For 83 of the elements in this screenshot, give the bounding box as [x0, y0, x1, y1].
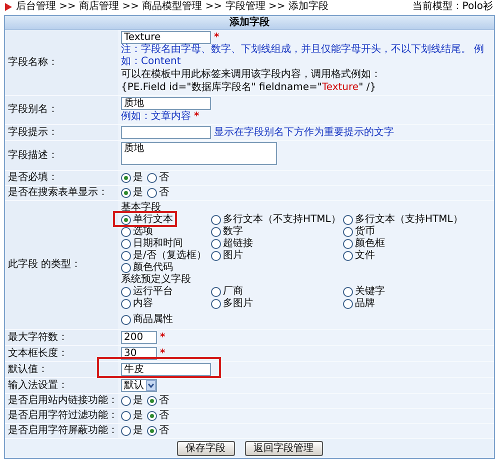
radio-button[interactable] [121, 426, 131, 436]
radio-label: 多行文本（不支持HTML） [223, 214, 341, 226]
radio-button[interactable] [211, 299, 221, 309]
radio-label: 否 [159, 410, 169, 422]
radio-button[interactable] [121, 251, 131, 261]
input-field[interactable]: 200 [121, 331, 157, 344]
radio-button[interactable] [343, 239, 353, 249]
radio-label: 否 [159, 425, 169, 437]
radio-label: 图片 [223, 250, 243, 262]
radio-button[interactable] [121, 239, 131, 249]
radio-button[interactable] [121, 396, 131, 406]
radio-button[interactable] [147, 188, 157, 198]
radio-label: 多行文本（支持HTML） [355, 214, 463, 226]
radio-label: 是 [133, 410, 143, 422]
radio-label: 否 [159, 395, 169, 407]
radio-button[interactable] [121, 263, 131, 273]
radio-label: 内容 [133, 298, 153, 310]
radio-button[interactable] [343, 227, 353, 237]
radio-button[interactable] [121, 315, 131, 325]
radio-label: 运行平台 [133, 286, 173, 298]
radio-button[interactable] [121, 173, 131, 183]
radio-label: 否 [159, 187, 169, 199]
radio-button[interactable] [343, 251, 353, 261]
radio-button[interactable] [121, 188, 131, 198]
group-title: 基本字段 [121, 202, 162, 214]
radio-label: 单行文本 [133, 214, 173, 226]
group-title: 系统预定义字段 [121, 274, 192, 286]
radio-button[interactable] [121, 411, 131, 421]
radio-label: 文件 [355, 250, 375, 262]
radio-label: 多图片 [223, 298, 253, 310]
required-mark: * [214, 32, 220, 44]
radio-button[interactable] [343, 215, 353, 225]
radio-label: 货币 [355, 226, 375, 238]
input-field[interactable] [121, 126, 211, 139]
radio-label: 是 [133, 172, 143, 184]
required-mark: * [194, 110, 200, 122]
radio-label: 是 [133, 395, 143, 407]
radio-button[interactable] [147, 411, 157, 421]
radio-button[interactable] [211, 251, 221, 261]
breadcrumb: 后台管理 >> 商店管理 >> 商品模型管理 >> 字段管理 >> 添加字段 [16, 1, 330, 13]
arrow-icon [4, 3, 12, 11]
radio-button[interactable] [121, 215, 131, 225]
radio-button[interactable] [211, 227, 221, 237]
radio-button[interactable] [343, 287, 353, 297]
input-field[interactable]: Texture [121, 31, 211, 44]
form-header: 添加字段 [5, 16, 494, 30]
radio-button[interactable] [211, 215, 221, 225]
radio-button[interactable] [211, 239, 221, 249]
dropdown[interactable]: 默认 [121, 379, 157, 392]
input-field[interactable]: 质地 [121, 97, 211, 110]
input-field[interactable]: 牛皮 [121, 363, 211, 376]
form-button[interactable]: 返回字段管理 [244, 441, 322, 456]
radio-label: 日期和时间 [133, 238, 183, 250]
radio-label: 颜色代码 [133, 262, 173, 274]
radio-label: 品牌 [355, 298, 375, 310]
text-area[interactable]: 质地 [121, 142, 277, 165]
field-note: 可以在模板中用此标签来调用该字段内容，调用格式例如： [121, 68, 381, 80]
radio-button[interactable] [121, 287, 131, 297]
radio-label: 是 [133, 425, 143, 437]
code-sample: {PE.Field id="数据库字段名" fieldname="Texture" /} [121, 82, 376, 94]
radio-button[interactable] [147, 173, 157, 183]
radio-label: 数字 [223, 226, 243, 238]
field-note: 注：字段名由字母、数字、下划线组成，并且仅能字母开头，不以下划线结尾。 例如：Content [121, 44, 486, 68]
radio-label: 颜色框 [355, 238, 385, 250]
radio-label: 超链接 [223, 238, 253, 250]
radio-label: 是 [133, 187, 143, 199]
required-mark: * [160, 332, 166, 344]
field-hint: 显示在字段别名下方作为重要提示的文字 [214, 126, 394, 138]
radio-button[interactable] [343, 299, 353, 309]
radio-label: 是/否（复选框） [133, 250, 206, 262]
radio-button[interactable] [121, 227, 131, 237]
current-model: 当前模型：Polo衫 [412, 1, 493, 13]
field-note: 例如：文章内容 [121, 110, 191, 122]
radio-label: 商品属性 [133, 314, 173, 326]
radio-button[interactable] [211, 287, 221, 297]
form-button[interactable]: 保存字段 [176, 441, 234, 456]
radio-label: 关键字 [355, 286, 385, 298]
radio-label: 否 [159, 172, 169, 184]
radio-button[interactable] [147, 426, 157, 436]
radio-button[interactable] [121, 299, 131, 309]
required-mark: * [160, 348, 166, 360]
radio-button[interactable] [147, 396, 157, 406]
radio-label: 厂商 [223, 286, 243, 298]
